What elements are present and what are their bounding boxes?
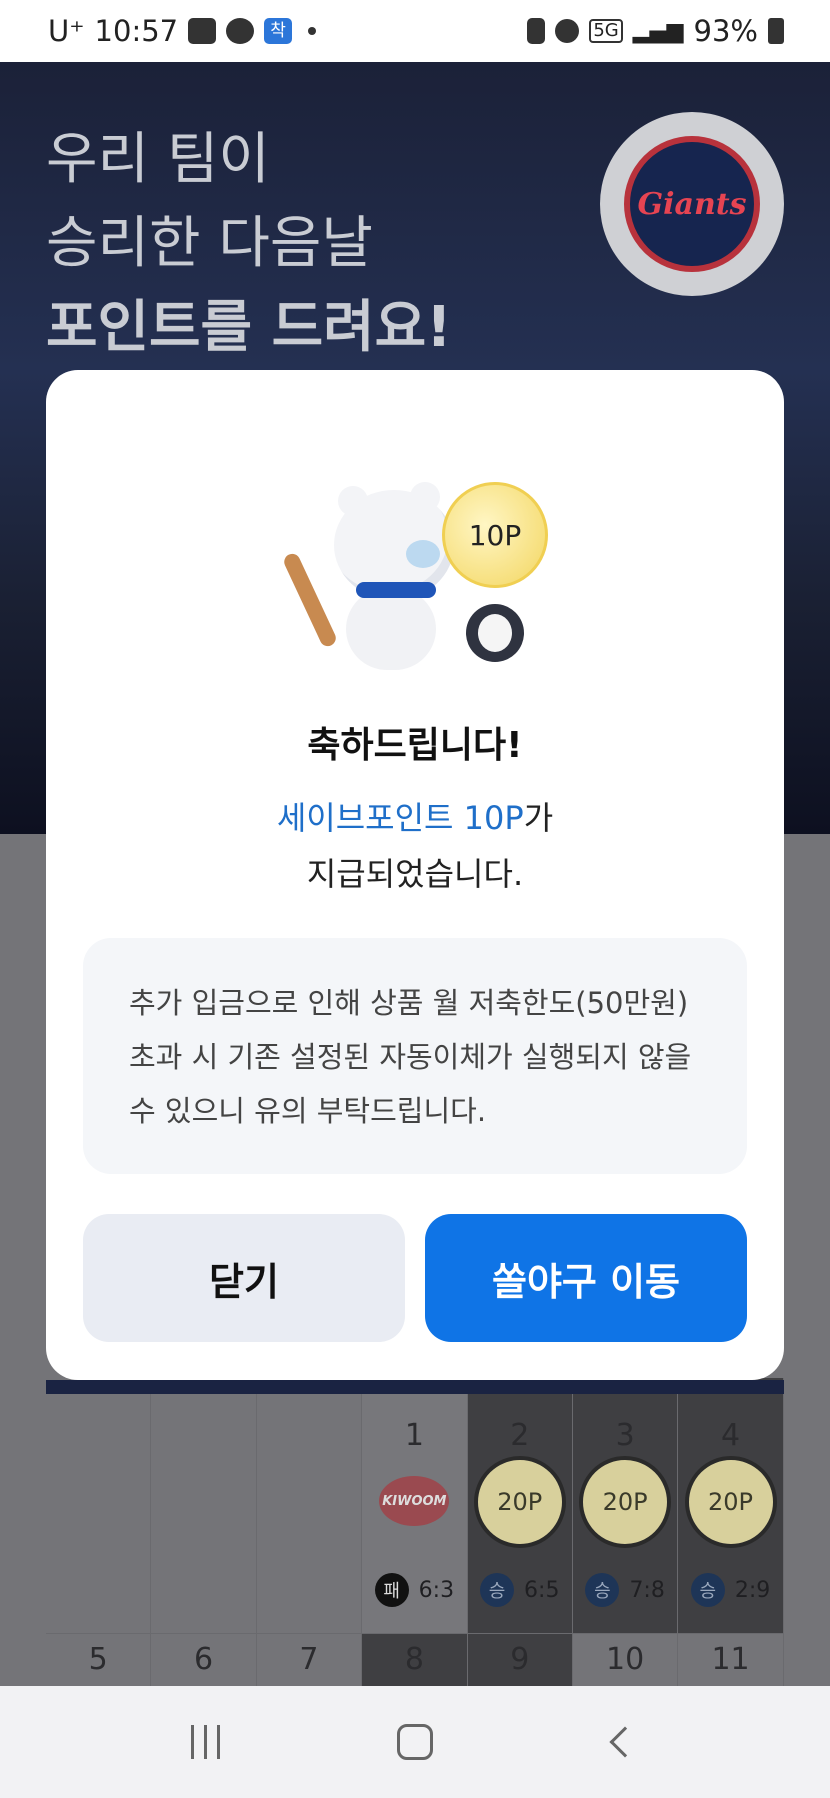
points-ball-icon: 20P [473,1456,566,1548]
day-number: 10 [606,1642,645,1677]
day-number: 3 [615,1418,635,1453]
calendar-cell-empty [151,1378,257,1634]
game-result: 승 6:5 [468,1573,572,1607]
points-ball-icon: 20P [684,1456,777,1548]
day-number: 4 [720,1418,741,1453]
system-navigation-bar [0,1686,830,1798]
back-icon [609,1726,641,1758]
bear-scarf [356,582,436,598]
calendar-cell-day-9[interactable]: 9 [467,1634,573,1694]
kiwoom-logo-icon: KIWOOM [379,1476,450,1526]
message-line-2: 지급되었습니다. [306,855,524,893]
game-result: 승 7:8 [573,1573,677,1607]
calendar-cell-day-1[interactable]: 1 KIWOOM 패 6:3 [362,1378,468,1634]
hero-line-2: 승리한 다음날 [46,211,373,276]
game-result: 승 2:9 [678,1573,782,1607]
calendar-cell-empty [256,1378,363,1634]
win-calendar: 1 KIWOOM 패 6:3 2 20P 승 6:5 3 20P 승 7:8 4 [46,1378,784,1694]
hero-headline: 우리 팀이 승리한 다음날 포인트를 드려요! [46,118,452,370]
win-badge: 승 [585,1573,620,1607]
home-button[interactable] [375,1712,455,1772]
battery-percent: 93% [693,14,758,48]
calendar-cell-day-6[interactable]: 6 [151,1634,257,1694]
close-button[interactable]: 닫기 [83,1214,405,1342]
calendar-week-1: 1 KIWOOM 패 6:3 2 20P 승 6:5 3 20P 승 7:8 4 [46,1378,784,1634]
day-number: 2 [510,1418,530,1453]
reward-illustration: 10P [281,470,566,680]
hero-line-3: 포인트를 드려요! [46,295,452,360]
signal-icon: ▂▄▆ [632,18,684,44]
notice-box: 추가 입금으로 인해 상품 월 저축한도(50만원)초과 시 기존 설정된 자동… [83,938,747,1174]
back-button[interactable] [585,1712,665,1772]
game-score: 7:8 [629,1577,665,1603]
status-bar: U⁺ 10:57 착 5G ▂▄▆ 93% [0,0,830,62]
calendar-cell-day-5[interactable]: 5 [46,1634,152,1694]
app-notification-icon: 착 [264,18,293,44]
calendar-cell-empty [46,1378,152,1634]
bear-body [346,588,436,670]
network-type-icon: 5G [589,19,623,43]
hero-line-1: 우리 팀이 [46,127,270,192]
giants-logo-icon: Giants [624,136,760,272]
penguin-character-icon [466,604,524,662]
calendar-cell-day-10[interactable]: 10 [573,1634,679,1694]
recent-apps-button[interactable] [165,1712,245,1772]
win-badge: 승 [690,1573,725,1607]
carrier-label: U⁺ [48,14,85,48]
calendar-cell-day-7[interactable]: 7 [257,1634,363,1694]
message-suffix: 가 [523,799,554,837]
calendar-week-2: 5 6 7 8 9 10 11 [46,1634,784,1694]
reward-dialog: 10P 축하드립니다! 세이브포인트 10P가 지급되었습니다. 추가 입금으로… [46,370,784,1380]
win-badge: 승 [480,1573,515,1607]
day-number: 11 [711,1642,750,1677]
calendar-cell-day-4[interactable]: 4 20P 승 2:9 [678,1378,784,1634]
dialog-message: 세이브포인트 10P가 지급되었습니다. [46,790,784,902]
calendar-cell-day-3[interactable]: 3 20P 승 7:8 [572,1378,679,1634]
day-number: 5 [88,1642,108,1677]
game-result: 패 6:3 [362,1573,466,1607]
calendar-cell-day-8[interactable]: 8 [362,1634,468,1694]
calendar-header-bar [46,1380,784,1394]
day-number: 7 [299,1642,319,1677]
status-right: 5G ▂▄▆ 93% [527,14,784,48]
lose-badge: 패 [374,1573,409,1607]
calendar-cell-day-11[interactable]: 11 [678,1634,784,1694]
team-logo: Giants [600,112,784,296]
calendar-cell-day-2[interactable]: 2 20P 승 6:5 [467,1378,573,1634]
points-amount: 세이브포인트 10P [276,799,524,837]
battery-icon [768,18,784,44]
baseball-bat-icon [281,551,339,649]
game-score: 6:3 [418,1577,455,1603]
day-number: 6 [194,1642,214,1677]
day-number: 8 [404,1642,424,1677]
status-left: U⁺ 10:57 착 [48,14,317,48]
chat-notification-icon [226,18,255,44]
game-score: 6:5 [524,1577,560,1603]
go-to-sol-baseball-button[interactable]: 쏠야구 이동 [425,1214,747,1342]
day-number: 9 [510,1642,530,1677]
clock: 10:57 [94,14,179,48]
points-ball-icon: 20P [579,1456,672,1548]
battery-saver-icon [527,18,546,44]
gallery-notification-icon [188,18,217,44]
bear-cheek [406,540,440,568]
day-number: 1 [404,1418,424,1453]
dialog-title: 축하드립니다! [307,725,523,766]
point-coin-icon: 10P [442,482,548,588]
home-icon [397,1724,433,1760]
more-notifications-icon [308,27,317,35]
alarm-icon [555,19,580,43]
recents-icon [190,1725,220,1759]
message-line-1: 세이브포인트 10P가 [46,790,784,846]
game-score: 2:9 [734,1577,771,1603]
